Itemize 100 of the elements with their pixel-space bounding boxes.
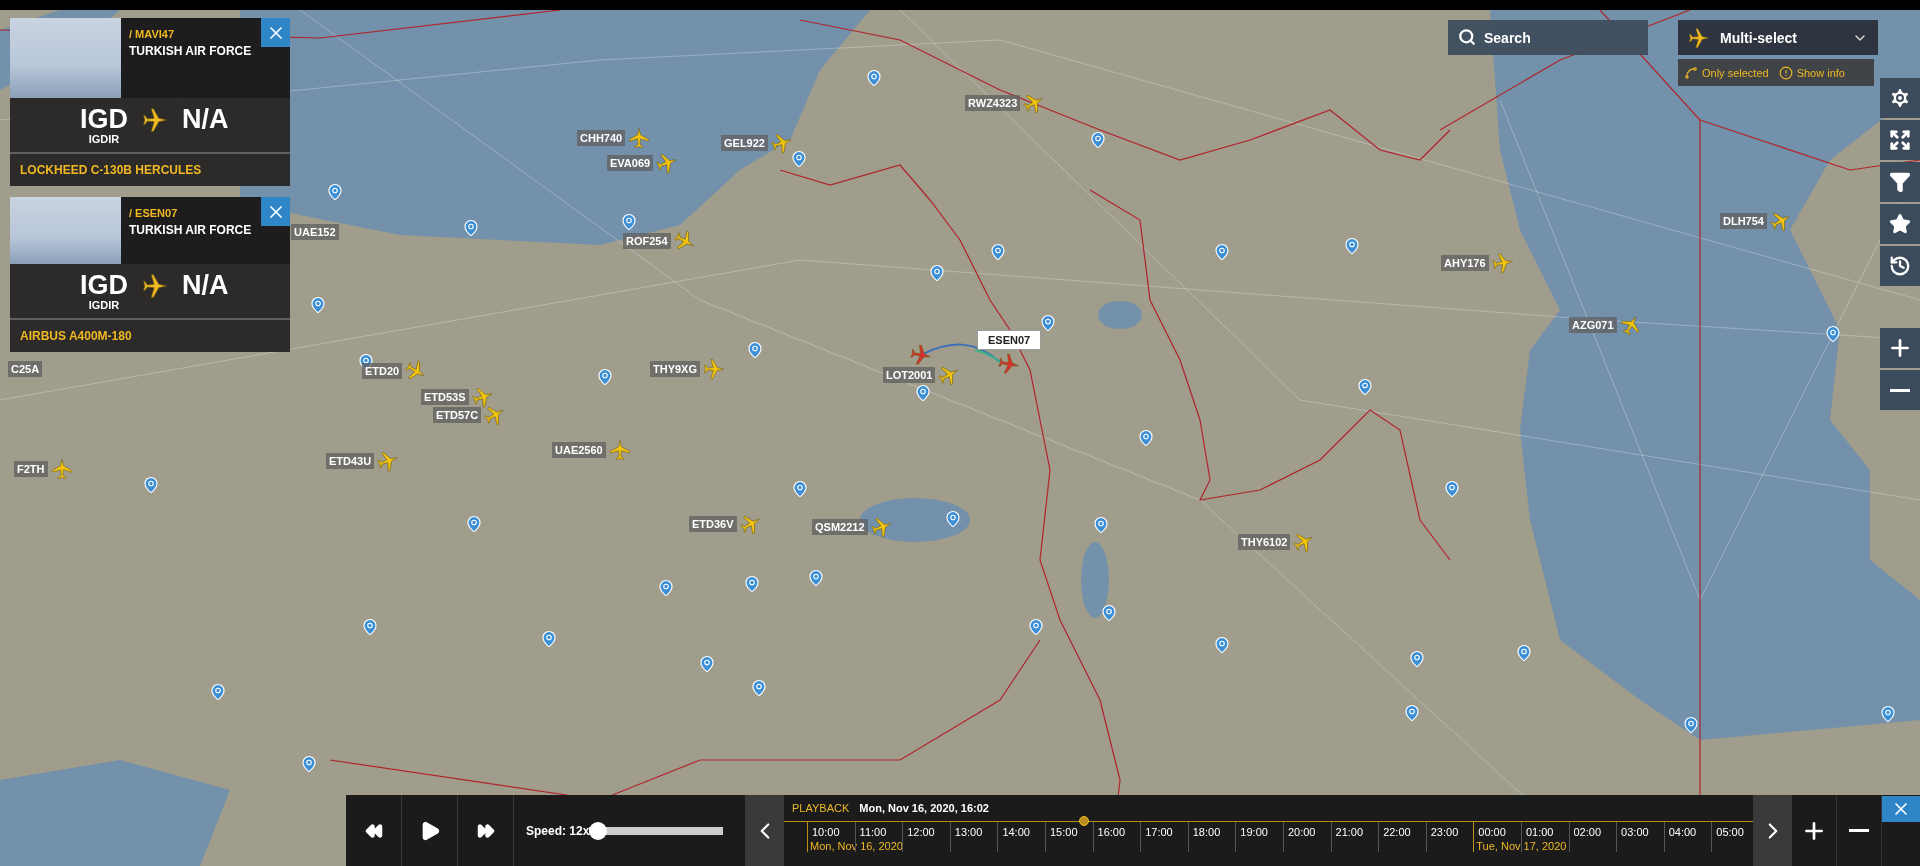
close-button[interactable] [261,18,290,47]
map-pin-icon[interactable] [791,480,809,498]
map-pin-icon[interactable] [807,569,825,587]
plane-icon[interactable] [770,132,793,154]
map-pin-icon[interactable] [1213,243,1231,261]
map-pin-icon[interactable] [657,579,675,597]
map-pin-icon[interactable] [1515,644,1533,662]
plane-icon[interactable] [1491,252,1514,274]
plane-icon[interactable] [673,230,696,252]
plane-icon[interactable] [628,127,651,149]
map-pin-icon[interactable] [1824,325,1842,343]
flight-label[interactable]: THY6102 [1238,534,1291,550]
map-pin-icon[interactable] [914,384,932,402]
plane-icon[interactable] [656,152,679,174]
map-pin-icon[interactable] [1100,604,1118,622]
multi-select-dropdown[interactable]: Multi-select [1678,20,1878,55]
map-pin-icon[interactable] [1403,704,1421,722]
plane-icon[interactable] [1619,314,1642,336]
map-pin-icon[interactable] [620,213,638,231]
plane-icon[interactable] [938,364,961,386]
map-pin-icon[interactable] [1682,716,1700,734]
map-pin-icon[interactable] [1027,618,1045,636]
plane-icon[interactable] [870,516,893,538]
history-button[interactable] [1880,246,1920,286]
plane-icon[interactable] [1769,210,1792,232]
plane-icon[interactable] [739,513,762,535]
search-field[interactable]: Search [1448,20,1648,55]
plane-icon[interactable] [405,360,428,382]
map-pin-icon[interactable] [790,150,808,168]
map-pin-icon[interactable] [540,630,558,648]
zoom-in-button[interactable] [1880,328,1920,368]
flight-label[interactable]: AZG071 [1569,317,1617,333]
timeline-cursor[interactable] [1079,816,1090,826]
map-pin-icon[interactable] [750,679,768,697]
settings-button[interactable] [1880,78,1920,118]
plane-icon[interactable] [910,344,932,366]
filter-button[interactable] [1880,162,1920,202]
map-pin-icon[interactable] [1089,131,1107,149]
plane-icon[interactable] [703,358,725,380]
flight-label[interactable]: UAE152 [291,224,339,240]
flight-label[interactable]: ETD43U [326,453,375,469]
flight-label[interactable]: CHH740 [577,130,626,146]
map-pin-icon[interactable] [1356,378,1374,396]
plane-icon[interactable] [998,353,1021,375]
map-pin-icon[interactable] [865,69,883,87]
flight-label[interactable]: AHY176 [1441,255,1489,271]
flight-label[interactable]: ROF254 [623,233,671,249]
map-pin-icon[interactable] [361,618,379,636]
map-pin-icon[interactable] [746,341,764,359]
flight-label[interactable]: F2TH [14,461,48,477]
map-pin-icon[interactable] [1137,429,1155,447]
map-pin-icon[interactable] [989,243,1007,261]
slider-thumb[interactable] [589,821,608,840]
flight-label[interactable]: RWZ4323 [965,95,1021,111]
flight-label[interactable]: THY9XG [650,361,700,377]
plane-icon[interactable] [484,404,507,426]
map-pin-icon[interactable] [1039,314,1057,332]
map-pin-icon[interactable] [1879,705,1897,723]
flight-label[interactable]: DLH754 [1720,213,1767,229]
map-pin-icon[interactable] [1092,516,1110,534]
fullscreen-button[interactable] [1880,120,1920,160]
map-pin-icon[interactable] [928,264,946,282]
map-pin-icon[interactable] [465,515,483,533]
map-pin-icon[interactable] [326,183,344,201]
map-pin-icon[interactable] [743,575,761,593]
flight-label[interactable]: LOT2001 [883,367,936,383]
flight-label[interactable]: ETD36V [689,516,737,532]
plane-icon[interactable] [608,439,631,461]
plane-icon[interactable] [1293,531,1316,553]
option-button[interactable]: Only selected [1684,65,1769,80]
map-pin-icon[interactable] [1408,650,1426,668]
map-pin-icon[interactable] [300,755,318,773]
flight-label[interactable]: EVA069 [607,155,654,171]
previous-button[interactable] [745,795,784,866]
flight-label[interactable]: UAE2560 [552,442,606,458]
plane-icon[interactable] [1023,92,1046,114]
flight-label[interactable]: GEL922 [721,135,768,151]
plane-icon[interactable] [471,386,494,408]
map-pin-icon[interactable] [1443,480,1461,498]
zoom-out-button[interactable] [1880,370,1920,410]
close-button[interactable] [1882,796,1920,822]
map-pin-icon[interactable] [1213,636,1231,654]
plane-icon[interactable] [377,450,400,472]
map-pin-icon[interactable] [462,219,480,237]
map-pin-icon[interactable] [309,296,327,314]
flight-label[interactable]: ESEN07 [977,330,1042,350]
flight-label[interactable]: ETD20 [362,363,403,379]
map-pin-icon[interactable] [596,368,614,386]
flight-label[interactable]: ETD57C [433,407,482,423]
plane-icon[interactable] [50,458,73,480]
map-pin-icon[interactable] [944,510,962,528]
map-pin-icon[interactable] [698,655,716,673]
map-pin-icon[interactable] [142,476,160,494]
map-pin-icon[interactable] [1343,237,1361,255]
flight-label[interactable]: C25A [8,361,43,377]
map-pin-icon[interactable] [209,683,227,701]
option-button[interactable]: Show info [1778,65,1845,80]
close-button[interactable] [261,197,290,226]
favorites-button[interactable] [1880,204,1920,244]
flight-label[interactable]: QSM2212 [812,519,868,535]
